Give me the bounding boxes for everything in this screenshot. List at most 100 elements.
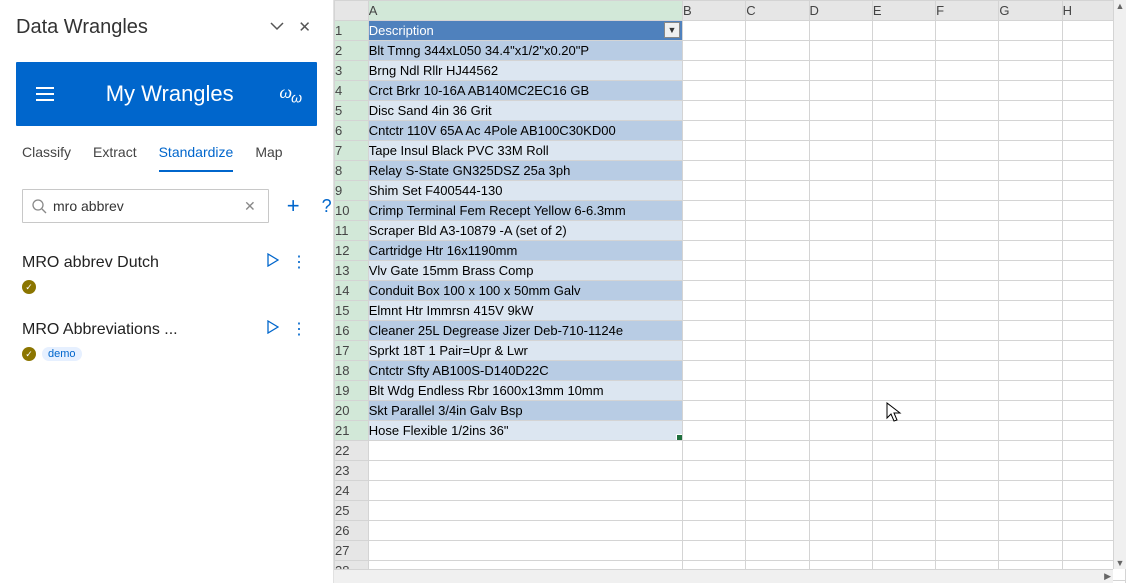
cell[interactable] bbox=[682, 421, 745, 441]
run-button[interactable] bbox=[259, 249, 287, 276]
cell[interactable] bbox=[872, 341, 935, 361]
cell[interactable] bbox=[872, 441, 935, 461]
cell[interactable]: Sprkt 18T 1 Pair=Upr & Lwr bbox=[368, 341, 682, 361]
column-header-F[interactable]: F bbox=[936, 1, 999, 21]
cell[interactable] bbox=[746, 101, 809, 121]
cell[interactable] bbox=[682, 41, 745, 61]
cell[interactable] bbox=[746, 301, 809, 321]
cell[interactable] bbox=[682, 281, 745, 301]
cell[interactable] bbox=[746, 281, 809, 301]
cell[interactable] bbox=[682, 181, 745, 201]
column-header-B[interactable]: B bbox=[682, 1, 745, 21]
cell[interactable]: Crct Brkr 10-16A AB140MC2EC16 GB bbox=[368, 81, 682, 101]
more-button[interactable]: ⋮ bbox=[287, 317, 311, 343]
cell[interactable] bbox=[936, 541, 999, 561]
cell[interactable] bbox=[809, 181, 872, 201]
cell[interactable] bbox=[999, 501, 1062, 521]
cell[interactable] bbox=[936, 101, 999, 121]
row-header-17[interactable]: 17 bbox=[335, 341, 369, 361]
cell[interactable] bbox=[999, 81, 1062, 101]
cell[interactable] bbox=[809, 61, 872, 81]
cell[interactable] bbox=[936, 281, 999, 301]
cell[interactable]: Cleaner 25L Degrease Jizer Deb-710-1124e bbox=[368, 321, 682, 341]
row-header-16[interactable]: 16 bbox=[335, 321, 369, 341]
cell[interactable] bbox=[682, 21, 745, 41]
row-header-15[interactable]: 15 bbox=[335, 301, 369, 321]
cell[interactable] bbox=[936, 121, 999, 141]
cell[interactable] bbox=[809, 301, 872, 321]
cell[interactable] bbox=[746, 181, 809, 201]
help-button[interactable]: ? bbox=[318, 196, 336, 217]
cell[interactable] bbox=[682, 201, 745, 221]
cell[interactable] bbox=[682, 401, 745, 421]
cell[interactable] bbox=[872, 301, 935, 321]
cell[interactable] bbox=[682, 381, 745, 401]
cell[interactable] bbox=[809, 241, 872, 261]
cell[interactable] bbox=[936, 21, 999, 41]
cell[interactable] bbox=[809, 381, 872, 401]
column-header-D[interactable]: D bbox=[809, 1, 872, 21]
cell[interactable] bbox=[682, 61, 745, 81]
cell[interactable] bbox=[936, 201, 999, 221]
cell[interactable] bbox=[746, 441, 809, 461]
cell[interactable] bbox=[682, 221, 745, 241]
cell[interactable] bbox=[809, 541, 872, 561]
cell[interactable] bbox=[999, 21, 1062, 41]
cell[interactable] bbox=[746, 21, 809, 41]
horizontal-scrollbar[interactable]: ▶ bbox=[334, 569, 1113, 583]
scroll-up-button[interactable]: ▲ bbox=[1116, 0, 1125, 12]
cell[interactable] bbox=[682, 141, 745, 161]
search-box[interactable]: ✕ bbox=[22, 189, 269, 223]
cell[interactable] bbox=[999, 381, 1062, 401]
cell[interactable] bbox=[936, 141, 999, 161]
run-button[interactable] bbox=[259, 316, 287, 343]
cell[interactable]: Brng Ndl Rllr HJ44562 bbox=[368, 61, 682, 81]
cell[interactable] bbox=[809, 41, 872, 61]
row-header-3[interactable]: 3 bbox=[335, 61, 369, 81]
cell[interactable] bbox=[936, 161, 999, 181]
cell[interactable]: Conduit Box 100 x 100 x 50mm Galv bbox=[368, 281, 682, 301]
cell[interactable] bbox=[999, 121, 1062, 141]
cell[interactable] bbox=[809, 81, 872, 101]
tab-classify[interactable]: Classify bbox=[22, 144, 71, 172]
column-header-E[interactable]: E bbox=[872, 1, 935, 21]
cell[interactable]: Elmnt Htr Immrsn 415V 9kW bbox=[368, 301, 682, 321]
cell[interactable] bbox=[809, 461, 872, 481]
cell[interactable] bbox=[872, 421, 935, 441]
cell[interactable] bbox=[746, 321, 809, 341]
cell[interactable] bbox=[999, 361, 1062, 381]
cell[interactable] bbox=[809, 421, 872, 441]
cell[interactable] bbox=[872, 161, 935, 181]
cell[interactable] bbox=[872, 521, 935, 541]
collapse-button[interactable] bbox=[262, 14, 292, 40]
cell[interactable] bbox=[746, 241, 809, 261]
tab-extract[interactable]: Extract bbox=[93, 144, 137, 172]
cell[interactable] bbox=[999, 541, 1062, 561]
cell[interactable] bbox=[809, 281, 872, 301]
row-header-12[interactable]: 12 bbox=[335, 241, 369, 261]
row-header-14[interactable]: 14 bbox=[335, 281, 369, 301]
cell[interactable] bbox=[936, 321, 999, 341]
cell[interactable] bbox=[936, 61, 999, 81]
cell[interactable] bbox=[682, 161, 745, 181]
cell[interactable]: Cartridge Htr 16x1190mm bbox=[368, 241, 682, 261]
cell[interactable] bbox=[809, 101, 872, 121]
cell[interactable] bbox=[999, 221, 1062, 241]
cell[interactable] bbox=[872, 141, 935, 161]
cell[interactable] bbox=[746, 81, 809, 101]
cell[interactable] bbox=[746, 41, 809, 61]
cell[interactable] bbox=[682, 501, 745, 521]
cell[interactable] bbox=[682, 361, 745, 381]
row-header-11[interactable]: 11 bbox=[335, 221, 369, 241]
column-header-G[interactable]: G bbox=[999, 1, 1062, 21]
filter-button[interactable]: ▼ bbox=[664, 22, 680, 38]
cell[interactable] bbox=[746, 501, 809, 521]
cell[interactable] bbox=[368, 501, 682, 521]
cell[interactable]: Cntctr 110V 65A Ac 4Pole AB100C30KD00 bbox=[368, 121, 682, 141]
cell[interactable] bbox=[746, 421, 809, 441]
cell[interactable] bbox=[999, 481, 1062, 501]
select-all-corner[interactable] bbox=[335, 1, 369, 21]
cell[interactable] bbox=[746, 481, 809, 501]
cell[interactable] bbox=[999, 421, 1062, 441]
cell[interactable] bbox=[872, 101, 935, 121]
